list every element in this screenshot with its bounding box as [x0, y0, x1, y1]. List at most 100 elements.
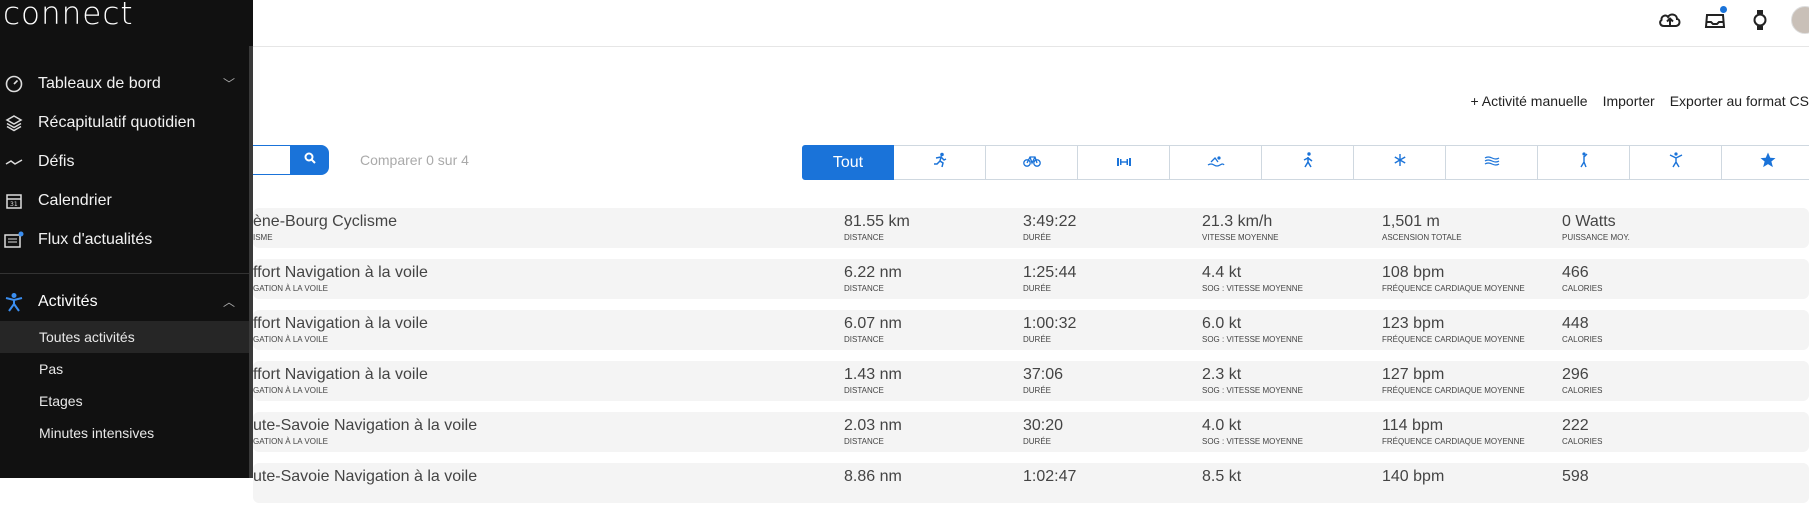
- strength-icon: [1115, 154, 1133, 172]
- stat-value: 3:49:22: [1023, 213, 1077, 230]
- sidebar-item-label: Activités: [38, 292, 98, 310]
- search-button[interactable]: [291, 145, 329, 175]
- sidebar-subitem-all-activities[interactable]: Toutes activités: [0, 321, 249, 353]
- stat-value: 1,501 m: [1382, 213, 1440, 230]
- chevron-down-icon[interactable]: ﹀: [223, 75, 235, 92]
- stat-value: 1:02:47: [1023, 468, 1077, 485]
- tab-running[interactable]: [894, 145, 986, 180]
- sidebar-subitem-steps[interactable]: Pas: [0, 353, 249, 385]
- chevron-up-icon[interactable]: ︿: [223, 293, 235, 310]
- activity-name[interactable]: ffort Navigation à la voile: [253, 264, 428, 282]
- other-activity-icon: [1669, 152, 1683, 173]
- activity-name[interactable]: ute-Savoie Navigation à la voile: [253, 468, 477, 486]
- sidebar-item-challenges[interactable]: Défis: [0, 142, 249, 181]
- stat-label: VITESSE MOYENNE: [1202, 233, 1279, 242]
- tab-swimming[interactable]: [1170, 145, 1262, 180]
- stat-cell: 140 bpm: [1382, 468, 1444, 488]
- sidebar-item-label: Récapitulatif quotidien: [38, 113, 196, 131]
- stat-cell: 222 CALORIES: [1562, 417, 1602, 446]
- stat-cell: 0 Watts PUISSANCE MOY.: [1562, 213, 1630, 242]
- sidebar-item-daily-summary[interactable]: Récapitulatif quotidien: [0, 103, 249, 142]
- water-icon: [1484, 154, 1500, 172]
- stat-value: 108 bpm: [1382, 264, 1445, 281]
- activity-list: ène-Bourg Cyclisme ISME 81.55 km DISTANCE…: [253, 208, 1809, 514]
- activity-type-filter: Tout: [802, 145, 1809, 180]
- stat-value: 8.86 nm: [844, 468, 902, 485]
- avatar[interactable]: [1791, 6, 1809, 34]
- stat-label: DISTANCE: [844, 284, 884, 293]
- stat-value: 6.07 nm: [844, 315, 902, 332]
- tab-water-sports[interactable]: [1446, 145, 1538, 180]
- svg-text:31: 31: [10, 201, 18, 208]
- app-logo[interactable]: connect: [3, 0, 134, 32]
- stat-value: 21.3 km/h: [1202, 213, 1273, 230]
- activity-type: ISME: [253, 233, 273, 242]
- tab-all[interactable]: Tout: [802, 145, 894, 180]
- tab-favorites[interactable]: [1722, 145, 1809, 180]
- search-bar: [253, 145, 329, 175]
- activity-name[interactable]: ffort Navigation à la voile: [253, 366, 428, 384]
- stat-label: FRÉQUENCE CARDIAQUE MOYENNE: [1382, 386, 1525, 395]
- snowflake-icon: [1393, 153, 1407, 172]
- activity-name[interactable]: ffort Navigation à la voile: [253, 315, 428, 333]
- stat-value: 30:20: [1023, 417, 1064, 434]
- manual-activity-link[interactable]: + Activité manuelle: [1470, 93, 1587, 109]
- stat-label: DISTANCE: [844, 386, 884, 395]
- compare-label[interactable]: Comparer 0 sur 4: [360, 152, 469, 168]
- activity-row[interactable]: ffort Navigation à la voile GATION À LA …: [253, 361, 1809, 401]
- tab-yoga[interactable]: [1538, 145, 1630, 180]
- stat-cell: 1.43 nm DISTANCE: [844, 366, 902, 395]
- activity-row[interactable]: ute-Savoie Navigation à la voile GATION …: [253, 412, 1809, 452]
- tab-walking[interactable]: [1262, 145, 1354, 180]
- tab-cycling[interactable]: [986, 145, 1078, 180]
- activity-row[interactable]: ffort Navigation à la voile GATION À LA …: [253, 310, 1809, 350]
- activity-name[interactable]: ute-Savoie Navigation à la voile: [253, 417, 477, 435]
- upload-icon[interactable]: [1656, 6, 1684, 34]
- tab-winter-sports[interactable]: [1354, 145, 1446, 180]
- activity-row[interactable]: ffort Navigation à la voile GATION À LA …: [253, 259, 1809, 299]
- stat-label: SOG : VITESSE MOYENNE: [1202, 437, 1303, 446]
- stat-cell: 8.5 kt: [1202, 468, 1241, 488]
- calendar-icon: 31: [4, 191, 24, 211]
- stat-value: 114 bpm: [1382, 417, 1444, 434]
- stat-label: CALORIES: [1562, 386, 1603, 395]
- stat-label: SOG : VITESSE MOYENNE: [1202, 284, 1303, 293]
- layers-icon: [4, 113, 24, 133]
- stat-cell: 8.86 nm: [844, 468, 902, 488]
- tab-other[interactable]: [1630, 145, 1722, 180]
- tab-strength[interactable]: [1078, 145, 1170, 180]
- pulse-icon: [4, 152, 24, 172]
- stat-label: DISTANCE: [844, 335, 884, 344]
- sidebar-divider: [0, 273, 249, 274]
- inbox-icon[interactable]: [1701, 6, 1729, 34]
- stat-label: DURÉE: [1023, 335, 1052, 344]
- stat-value: 1.43 nm: [844, 366, 902, 383]
- sidebar-subitem-intensity-minutes[interactable]: Minutes intensives: [0, 417, 249, 449]
- sidebar-item-dashboards[interactable]: Tableaux de bord ﹀: [0, 64, 249, 103]
- stat-cell: 2.03 nm DISTANCE: [844, 417, 902, 446]
- stat-label: PUISSANCE MOY.: [1562, 233, 1630, 242]
- stat-value: 0 Watts: [1562, 213, 1616, 230]
- sidebar-nav: Tableaux de bord ﹀ Récapitulatif quotidi…: [0, 64, 249, 449]
- stat-cell: 6.07 nm DISTANCE: [844, 315, 902, 344]
- stat-label: CALORIES: [1562, 335, 1603, 344]
- stat-cell: 1:25:44 DURÉE: [1023, 264, 1076, 293]
- stat-cell: 2.3 kt SOG : VITESSE MOYENNE: [1202, 366, 1303, 395]
- import-link[interactable]: Importer: [1603, 93, 1655, 109]
- watch-icon[interactable]: [1746, 6, 1774, 34]
- sidebar-item-activities[interactable]: Activités ︿: [0, 282, 249, 321]
- stat-cell: 4.4 kt SOG : VITESSE MOYENNE: [1202, 264, 1303, 293]
- stat-value: 466: [1562, 264, 1589, 281]
- sidebar-subitem-floors[interactable]: Etages: [0, 385, 249, 417]
- export-csv-link[interactable]: Exporter au format CS: [1670, 93, 1809, 109]
- activity-name[interactable]: ène-Bourg Cyclisme: [253, 213, 397, 231]
- stat-cell: 114 bpm FRÉQUENCE CARDIAQUE MOYENNE: [1382, 417, 1525, 446]
- stat-cell: 4.0 kt SOG : VITESSE MOYENNE: [1202, 417, 1303, 446]
- sidebar-item-calendar[interactable]: 31 Calendrier: [0, 181, 249, 220]
- sidebar-item-label: Flux d'actualités: [38, 230, 153, 248]
- stat-label: SOG : VITESSE MOYENNE: [1202, 335, 1303, 344]
- sidebar-item-newsfeed[interactable]: Flux d'actualités: [0, 220, 249, 259]
- search-input[interactable]: [253, 145, 291, 175]
- activity-row[interactable]: ène-Bourg Cyclisme ISME 81.55 km DISTANCE…: [253, 208, 1809, 248]
- activity-row[interactable]: ute-Savoie Navigation à la voile 8.86 nm…: [253, 463, 1809, 503]
